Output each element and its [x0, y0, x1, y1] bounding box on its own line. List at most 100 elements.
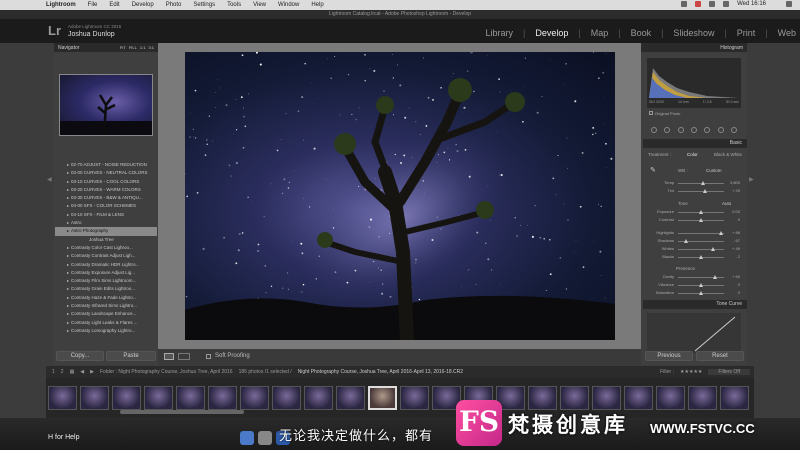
status-icon[interactable] — [695, 1, 702, 7]
slider-value[interactable]: 0 — [738, 290, 740, 295]
module-book[interactable]: Book — [631, 28, 652, 38]
preset-item[interactable]: 03-20 CURVES - WARM COLORS — [55, 186, 157, 194]
tone-curve-header[interactable]: Tone Curve — [643, 300, 747, 309]
slider-track[interactable] — [678, 191, 724, 192]
eyedropper-icon[interactable]: ✎ — [650, 166, 656, 174]
filmstrip-thumbnail[interactable] — [688, 386, 717, 410]
slider-track[interactable] — [678, 277, 724, 278]
graduated-filter-icon[interactable] — [704, 126, 711, 133]
filmstrip-thumbnail[interactable] — [208, 386, 237, 410]
preset-item[interactable]: Contrasty Dramatic HDR Lightro... — [55, 261, 157, 269]
grid-view-icon[interactable]: ▦ — [70, 369, 75, 375]
treatment-bw[interactable]: Black & White — [714, 152, 742, 157]
zoom-fit[interactable]: FIT — [120, 45, 126, 50]
main-photo[interactable] — [185, 52, 615, 340]
histogram[interactable]: ISO 3200 14 mm f / 2.8 30.0 sec — [647, 58, 741, 108]
slider-value[interactable]: 0.00 — [732, 209, 740, 214]
zoom-1to1[interactable]: 1:1 — [140, 45, 146, 50]
preset-item[interactable]: Joshua Tree — [55, 236, 157, 244]
treatment-color[interactable]: Color — [687, 152, 698, 157]
filmstrip-thumbnail[interactable] — [528, 386, 557, 410]
slider-thumb[interactable] — [699, 210, 703, 214]
slider-clarity[interactable]: Clarity + 60 — [648, 274, 742, 281]
filmstrip-thumbnail[interactable] — [176, 386, 205, 410]
filmstrip-thumbnail[interactable] — [336, 386, 365, 410]
spot-removal-icon[interactable] — [677, 126, 684, 133]
slider-whites[interactable]: Whites + 49 — [648, 246, 742, 253]
filmstrip-thumbnail[interactable] — [272, 386, 301, 410]
original-photo-label[interactable]: Original Photo — [649, 111, 680, 116]
slider-value[interactable]: + 60 — [732, 274, 740, 279]
filmstrip-thumbnail[interactable] — [368, 386, 397, 410]
left-panel-toggle-icon[interactable]: ◀ — [47, 176, 52, 183]
radial-filter-icon[interactable] — [717, 126, 724, 133]
preset-item[interactable]: Contrasty Haze & Fade Lightro... — [55, 294, 157, 302]
menu-tools[interactable]: Tools — [227, 2, 241, 8]
preset-item[interactable]: Contrasty Exposure Adjust Lig... — [55, 269, 157, 277]
right-panel-toggle-icon[interactable]: ▶ — [749, 176, 754, 183]
slider-track[interactable] — [678, 249, 724, 250]
slider-exposure[interactable]: Exposure 0.00 — [648, 209, 742, 216]
battery-icon[interactable] — [723, 1, 730, 7]
preset-item[interactable]: Contrasty Infrared Sims Lightro... — [55, 302, 157, 310]
slider-thumb[interactable] — [699, 218, 703, 222]
menu-develop[interactable]: Develop — [132, 2, 154, 8]
navigator-header[interactable]: Navigator FIT FILL 1:1 3:1 — [54, 43, 158, 52]
slider-temp[interactable]: Temp 3,800 — [648, 180, 742, 187]
menu-edit[interactable]: Edit — [109, 2, 119, 8]
preset-item[interactable]: 03-00 CURVES - NEUTRAL COLORS — [55, 169, 157, 177]
tone-curve-graph[interactable] — [647, 313, 741, 353]
preset-item[interactable]: 03-30 CURVES - B&W & ANTIQU... — [55, 194, 157, 202]
preset-item[interactable]: Contrasty Film Sims Lightroom... — [55, 277, 157, 285]
crop-icon[interactable] — [664, 126, 671, 133]
slider-saturation[interactable]: Saturation 0 — [648, 290, 742, 297]
brush-icon[interactable] — [731, 126, 738, 133]
rating-filter[interactable]: ★★★★★ — [680, 369, 702, 375]
back-arrow-icon[interactable]: ◀ — [80, 369, 84, 375]
filmstrip-thumbnail[interactable] — [80, 386, 109, 410]
reset-button[interactable]: Reset — [696, 351, 744, 361]
loupe-view-icon[interactable] — [164, 353, 174, 360]
zoom-3to1[interactable]: 3:1 — [148, 45, 154, 50]
slider-thumb[interactable] — [718, 231, 723, 235]
slider-thumb[interactable] — [701, 181, 706, 185]
filmstrip-thumbnail[interactable] — [304, 386, 333, 410]
filmstrip-thumbnail[interactable] — [592, 386, 621, 410]
filter-select[interactable]: Filters Off — [708, 369, 750, 375]
preset-item[interactable]: 03-10 CURVES - COOL COLORS — [55, 178, 157, 186]
module-web[interactable]: Web — [778, 28, 796, 38]
preset-item[interactable]: Astro Photography — [55, 227, 157, 236]
page-1[interactable]: 1 — [52, 369, 55, 375]
original-photo-checkbox[interactable] — [649, 111, 653, 115]
menu-help[interactable]: Help — [311, 2, 323, 8]
module-map[interactable]: Map — [591, 28, 609, 38]
slider-blacks[interactable]: Blacks - 2 — [648, 254, 742, 261]
filmstrip-thumbnail[interactable] — [48, 386, 77, 410]
module-library[interactable]: Library — [485, 28, 513, 38]
module-develop[interactable]: Develop — [535, 28, 568, 38]
filmstrip-thumbnail[interactable] — [624, 386, 653, 410]
wb-select[interactable]: Custom — [706, 168, 722, 173]
slider-value[interactable]: + 29 — [732, 188, 740, 193]
filmstrip-scrollbar[interactable] — [120, 410, 244, 414]
before-after-icon[interactable] — [178, 353, 190, 360]
preset-item[interactable]: 04-00 SFX - COLOR SCHEMES — [55, 202, 157, 210]
slider-shadows[interactable]: Shadows - 67 — [648, 238, 742, 245]
menu-photo[interactable]: Photo — [166, 2, 182, 8]
search-icon[interactable] — [786, 1, 792, 7]
slider-value[interactable]: + 86 — [732, 230, 740, 235]
zoom-fill[interactable]: FILL — [129, 45, 137, 50]
filmstrip-thumbnail[interactable] — [112, 386, 141, 410]
slider-thumb[interactable] — [710, 247, 715, 251]
slider-contrast[interactable]: Contrast 0 — [648, 217, 742, 224]
preset-item[interactable]: Contrasty Grain Edits Lightroo... — [55, 285, 157, 293]
status-icon[interactable] — [681, 1, 688, 7]
filmstrip-source[interactable]: Folder : Night Photography Course, Joshu… — [100, 369, 233, 375]
page-2[interactable]: 2 — [61, 369, 64, 375]
soft-proofing-checkbox[interactable] — [206, 353, 211, 359]
preset-item[interactable]: Contrasty Landscape Enhance... — [55, 310, 157, 318]
preset-item[interactable]: Contrasty Contrast Adjust Ligh... — [55, 252, 157, 260]
filmstrip-thumbnail[interactable] — [400, 386, 429, 410]
menu-file[interactable]: File — [88, 2, 98, 8]
grid-icon[interactable] — [650, 126, 657, 133]
